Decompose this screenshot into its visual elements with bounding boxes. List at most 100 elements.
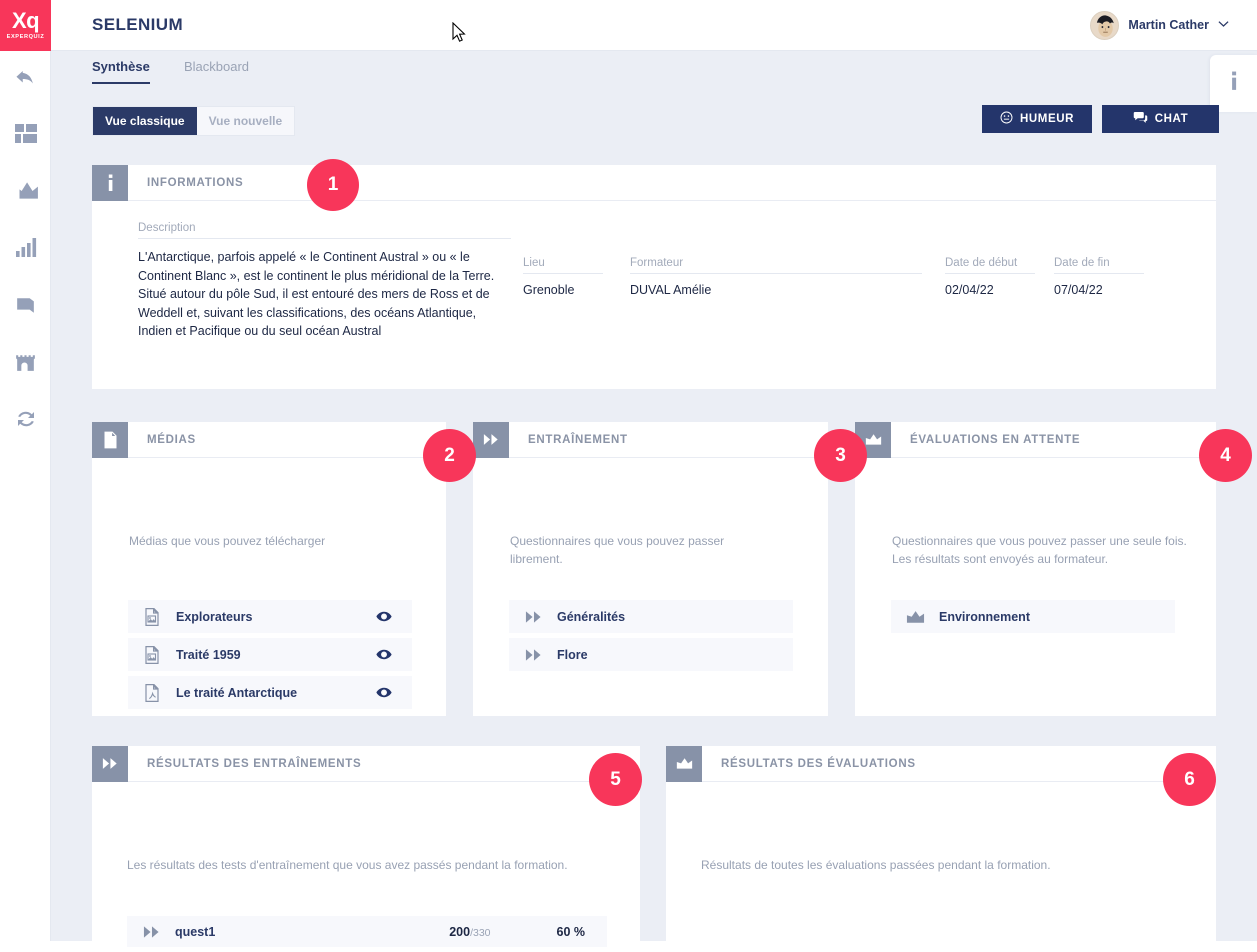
- rail-item-statistics[interactable]: [0, 165, 51, 222]
- card-subtitle: Questionnaires que vous pouvez passer un…: [892, 532, 1192, 568]
- card-subtitle: Questionnaires que vous pouvez passer li…: [510, 532, 750, 568]
- area-chart-icon: [13, 178, 39, 209]
- chevron-down-icon: [1218, 19, 1229, 31]
- field-label: Formateur: [630, 257, 922, 274]
- fast-forward-icon: [92, 746, 128, 782]
- card-header: RÉSULTATS DES ENTRAÎNEMENTS 5: [92, 746, 640, 782]
- tab-bar: Synthèse Blackboard: [51, 51, 1257, 90]
- media-name: Le traité Antarctique: [176, 686, 297, 700]
- top-header: SELENIUM Martin Cather: [51, 0, 1257, 51]
- list-item[interactable]: Le traité Antarctique: [128, 676, 412, 709]
- book-icon: [13, 293, 38, 323]
- field-label: Date de début: [945, 257, 1035, 274]
- table-row[interactable]: quest1 200/330 60 %: [127, 916, 607, 947]
- card-resultats-evaluations: RÉSULTATS DES ÉVALUATIONS 6 Résultats de…: [666, 746, 1216, 941]
- card-header: ENTRAÎNEMENT 3: [473, 422, 828, 458]
- score-total: /330: [470, 927, 490, 939]
- tab-synthese[interactable]: Synthèse: [92, 59, 150, 84]
- step-badge-1: 1: [307, 159, 359, 211]
- chat-label: CHAT: [1155, 113, 1189, 125]
- field-value: DUVAL Amélie: [630, 274, 922, 297]
- humeur-button[interactable]: HUMEUR: [982, 105, 1092, 133]
- field-date-fin: Date de fin 07/04/22: [1054, 257, 1144, 297]
- rail-item-courses[interactable]: [0, 279, 51, 336]
- user-menu[interactable]: Martin Cather: [1090, 11, 1229, 40]
- document-icon: [92, 422, 128, 458]
- main-content: Synthèse Blackboard Vue classique Vue no…: [51, 51, 1257, 941]
- back-icon: [13, 64, 39, 95]
- description-text: L'Antarctique, parfois appelé « le Conti…: [138, 239, 511, 341]
- rail-item-dashboard[interactable]: [0, 108, 51, 165]
- step-badge-6: 6: [1163, 753, 1216, 806]
- view-classic-button[interactable]: Vue classique: [93, 107, 197, 135]
- fast-forward-icon: [509, 648, 557, 662]
- list-item[interactable]: Environnement: [891, 600, 1175, 633]
- card-subtitle: Résultats de toutes les évaluations pass…: [701, 856, 1201, 874]
- card-title: INFORMATIONS: [147, 177, 243, 189]
- result-name: quest1: [175, 925, 215, 939]
- field-value: Grenoble: [523, 274, 603, 297]
- tab-blackboard[interactable]: Blackboard: [184, 59, 249, 82]
- step-badge-2: 2: [423, 429, 476, 482]
- step-badge-5: 5: [589, 753, 642, 806]
- avatar: [1090, 11, 1119, 40]
- area-chart-icon: [666, 746, 702, 782]
- view-toggle-group: Vue classique Vue nouvelle: [92, 106, 295, 136]
- description-block: Description L'Antarctique, parfois appel…: [138, 222, 511, 341]
- view-toolbar: Vue classique Vue nouvelle HUMEUR CHAT: [51, 97, 1257, 142]
- area-chart-icon: [891, 610, 939, 624]
- humeur-label: HUMEUR: [1020, 113, 1074, 125]
- quiz-name: Flore: [557, 648, 588, 662]
- view-media-button[interactable]: [376, 611, 392, 622]
- card-title: RÉSULTATS DES ÉVALUATIONS: [721, 758, 916, 770]
- fast-forward-icon: [127, 925, 175, 939]
- card-header: RÉSULTATS DES ÉVALUATIONS 6: [666, 746, 1216, 782]
- field-formateur: Formateur DUVAL Amélie: [630, 257, 922, 297]
- view-media-button[interactable]: [376, 649, 392, 660]
- info-icon: [1226, 71, 1242, 96]
- result-percent: 60 %: [557, 925, 586, 939]
- media-name: Explorateurs: [176, 610, 252, 624]
- list-item[interactable]: Explorateurs: [128, 600, 412, 633]
- rail-item-organization[interactable]: [0, 336, 51, 393]
- page-title: SELENIUM: [92, 15, 183, 35]
- logo-mark: Xq: [12, 10, 39, 32]
- image-file-icon: [128, 608, 176, 626]
- rail-item-back[interactable]: [0, 51, 51, 108]
- field-value: 07/04/22: [1054, 274, 1144, 297]
- card-header: INFORMATIONS 1: [92, 165, 1216, 201]
- list-item[interactable]: Flore: [509, 638, 793, 671]
- field-date-debut: Date de début 02/04/22: [945, 257, 1035, 297]
- list-item[interactable]: Traité 1959: [128, 638, 412, 671]
- chat-bubble-icon: [1133, 111, 1148, 127]
- list-item[interactable]: Généralités: [509, 600, 793, 633]
- view-new-button[interactable]: Vue nouvelle: [197, 107, 295, 135]
- bar-chart-icon: [14, 236, 38, 265]
- training-results-list: quest1 200/330 60 %: [127, 916, 607, 952]
- rail-item-reports[interactable]: [0, 222, 51, 279]
- card-resultats-entrainements: RÉSULTATS DES ENTRAÎNEMENTS 5 Les résult…: [92, 746, 640, 941]
- left-navigation-rail: Xq EXPERQUIZ: [0, 0, 51, 941]
- dashboard-icon: [14, 122, 38, 151]
- field-value: 02/04/22: [945, 274, 1035, 297]
- fast-forward-icon: [509, 610, 557, 624]
- image-file-icon: [128, 646, 176, 664]
- app-logo[interactable]: Xq EXPERQUIZ: [0, 0, 51, 51]
- quiz-name: Généralités: [557, 610, 625, 624]
- card-subtitle: Les résultats des tests d'entraînement q…: [127, 856, 627, 874]
- card-header: ÉVALUATIONS EN ATTENTE 4: [855, 422, 1216, 458]
- refresh-icon: [14, 407, 38, 436]
- card-title: ENTRAÎNEMENT: [528, 434, 628, 446]
- field-lieu: Lieu Grenoble: [523, 257, 603, 297]
- score-value: 200: [449, 925, 470, 939]
- view-media-button[interactable]: [376, 687, 392, 698]
- card-evaluations-en-attente: ÉVALUATIONS EN ATTENTE 4 Questionnaires …: [855, 422, 1216, 716]
- pdf-file-icon: [128, 684, 176, 702]
- info-icon: [92, 165, 128, 201]
- rail-item-refresh[interactable]: [0, 393, 51, 450]
- card-title: RÉSULTATS DES ENTRAÎNEMENTS: [147, 758, 361, 770]
- evaluation-name: Environnement: [939, 610, 1030, 624]
- card-header: MÉDIAS 2: [92, 422, 446, 458]
- card-title: MÉDIAS: [147, 434, 196, 446]
- chat-button[interactable]: CHAT: [1102, 105, 1219, 133]
